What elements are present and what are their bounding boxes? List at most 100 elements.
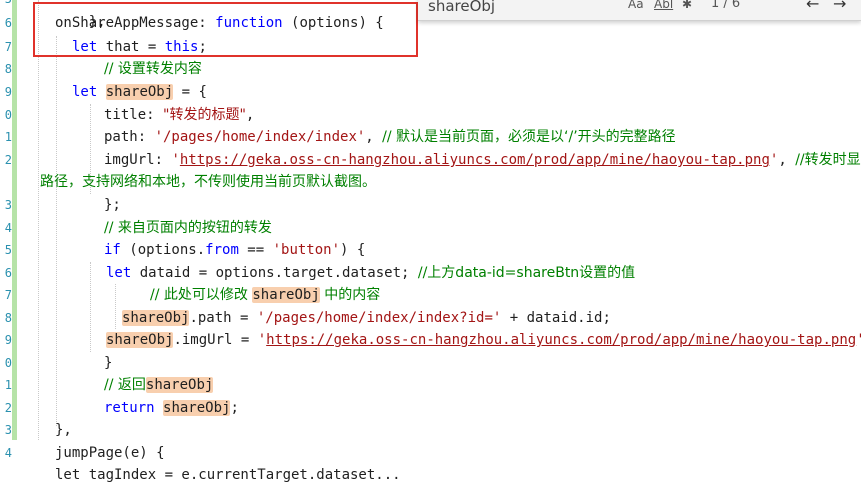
line-number: 6 [4, 16, 12, 30]
keyword: from [205, 242, 239, 258]
indent-guide [56, 36, 57, 426]
comment: 中的内容 [319, 287, 381, 303]
line-number: 7 [4, 40, 12, 54]
comment: //上方data-id=shareBtn设置的值 [417, 265, 636, 281]
code-token: , [365, 129, 383, 145]
line-number: 6 [4, 266, 12, 280]
match-count: 1 / 6 [711, 0, 741, 11]
code-token: , [778, 152, 796, 168]
string: 'button' [272, 242, 341, 258]
line-number: 0 [4, 108, 12, 122]
code-line: shareObj.path = '/pages/home/index/index… [122, 307, 611, 330]
annotation-box [33, 2, 418, 57]
previous-match-arrow-icon[interactable]: ← [806, 0, 819, 13]
code-token: jumpPage(e) { [55, 445, 165, 461]
line-number: 9 [4, 333, 12, 347]
line-number: 1 [4, 130, 12, 144]
code-line: title: "转发的标题", [104, 104, 254, 127]
code-line: shareObj.imgUrl = 'https://geka.oss-cn-h… [106, 329, 861, 352]
keyword: let [72, 84, 98, 100]
line-number: 2 [4, 153, 12, 167]
line-number: 9 [4, 85, 12, 99]
code-line: // 设置转发内容 [104, 58, 202, 81]
line-number: 8 [4, 311, 12, 325]
indent-guide [90, 262, 91, 352]
line-number: 8 [4, 62, 12, 76]
code-token: = { [173, 84, 207, 100]
change-indicator-bar [12, 0, 17, 440]
line-number: 5 [0, 0, 12, 11]
code-token: } [104, 355, 113, 371]
code-token: dataid = options.target.dataset; [131, 265, 418, 281]
comment: // 返回 [104, 377, 146, 393]
whole-word-toggle[interactable]: Abl [654, 0, 673, 11]
line-number: 1 [4, 378, 12, 392]
code-token: let tagIndex = e.currentTarget.dataset..… [55, 467, 401, 483]
code-line: // 此处可以修改 shareObj 中的内容 [150, 284, 380, 307]
url-link[interactable]: https://geka.oss-cn-hangzhou.aliyuncs.co… [266, 332, 856, 348]
keyword: let [106, 265, 132, 281]
code-line: jumpPage(e) { [55, 442, 165, 465]
line-number: 5 [4, 243, 12, 257]
code-line: return shareObj; [104, 397, 239, 420]
code-token: path: [104, 129, 155, 145]
line-number: 4 [4, 446, 12, 460]
code-token: , [245, 107, 255, 123]
find-input[interactable] [426, 0, 615, 18]
string: ' [171, 152, 180, 168]
search-match-highlight: shareObj [252, 287, 320, 303]
code-line: let dataid = options.target.dataset; //上… [106, 262, 635, 285]
code-token: ; [230, 400, 239, 416]
comment: // 设置转发内容 [104, 61, 202, 77]
search-match-highlight: shareObj [105, 84, 174, 100]
line-number: 4 [4, 221, 12, 235]
regex-toggle-icon[interactable]: ✱ [682, 0, 692, 11]
string: '; [856, 332, 861, 348]
code-line: // 返回shareObj [104, 374, 214, 397]
code-line: } [104, 352, 112, 375]
code-token: .imgUrl = [173, 332, 258, 348]
code-line: }; [104, 194, 121, 217]
search-match-highlight: shareObj [106, 332, 174, 348]
line-number: 7 [4, 288, 12, 302]
code-token: }; [104, 197, 121, 213]
comment: 路径，支持网络和本地，不传则使用当前页默认截图。 [40, 174, 376, 190]
code-line-wrapped: 路径，支持网络和本地，不传则使用当前页默认截图。 [40, 171, 376, 194]
comment: //转发时显示 [795, 152, 861, 168]
code-line: // 来自页面内的按钮的转发 [104, 217, 272, 240]
code-token: + dataid.id; [501, 310, 611, 326]
search-match-highlight: shareObj [145, 377, 214, 393]
code-token: }, [55, 422, 72, 438]
string: '/pages/home/index/index?id=' [256, 310, 502, 326]
code-line: let shareObj = { [72, 81, 207, 104]
code-line: path: '/pages/home/index/index', // 默认是当… [104, 126, 676, 149]
string: '/pages/home/index/index' [154, 129, 366, 145]
line-number: 0 [4, 356, 12, 370]
next-match-arrow-icon[interactable]: → [833, 0, 846, 13]
line-number: 2 [4, 401, 12, 415]
code-token: title: [104, 107, 164, 123]
code-line: let tagIndex = e.currentTarget.dataset..… [55, 464, 401, 487]
string: "转发的标题" [163, 107, 246, 123]
search-match-highlight: shareObj [122, 310, 190, 326]
keyword: return [104, 400, 155, 416]
code-line: }, [55, 419, 72, 442]
code-line: imgUrl: 'https://geka.oss-cn-hangzhou.al… [104, 149, 861, 172]
match-case-toggle[interactable]: Aa [628, 0, 644, 11]
code-token: ) { [340, 242, 366, 258]
comment: // 来自页面内的按钮的转发 [104, 220, 272, 236]
search-match-highlight: shareObj [163, 400, 231, 416]
code-token: imgUrl: [104, 152, 172, 168]
comment: // 默认是当前页面，必须是以‘/’开头的完整路径 [382, 129, 676, 145]
code-token: == [238, 242, 273, 258]
find-widget[interactable]: Aa Abl ✱ 1 / 6 ← → [418, 0, 861, 21]
code-token: (options. [120, 242, 206, 258]
line-number: 3 [4, 423, 12, 437]
url-link[interactable]: https://geka.oss-cn-hangzhou.aliyuncs.co… [180, 152, 770, 168]
code-token: .path = [189, 310, 257, 326]
line-number-gutter: 5 6 7 8 9 0 1 2 3 4 5 6 7 8 9 0 1 2 3 4 [0, 0, 12, 473]
indent-guide [115, 284, 116, 329]
line-number: 3 [4, 198, 12, 212]
code-line: if (options.from == 'button') { [104, 239, 365, 262]
